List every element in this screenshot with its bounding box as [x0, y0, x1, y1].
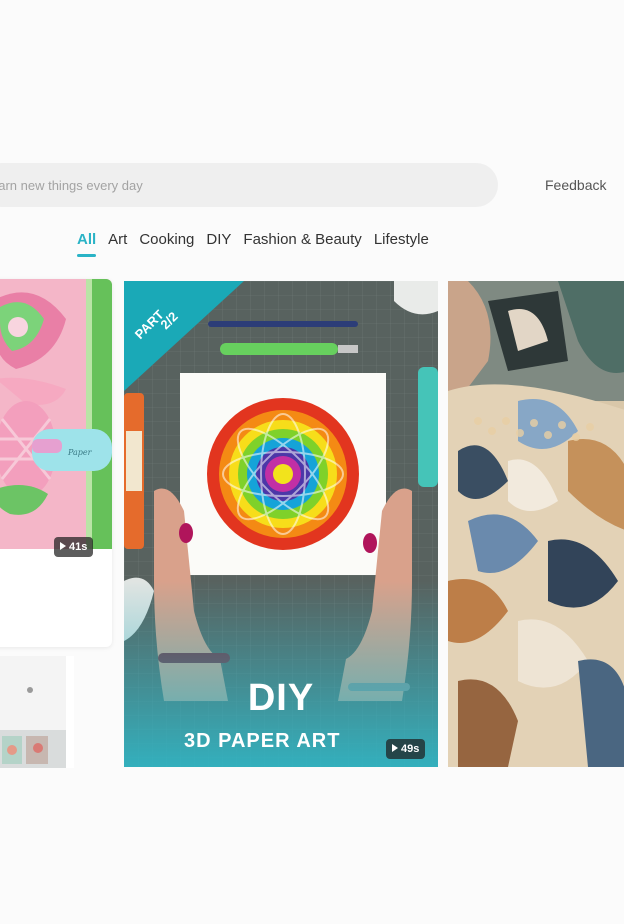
video-card-pink-craft[interactable]: Paper 41s [0, 279, 112, 647]
tab-cooking-label: Cooking [139, 231, 195, 248]
tab-cooking[interactable]: Cooking [139, 229, 194, 253]
duration-badge: 49s [386, 739, 426, 759]
svg-text:Paper: Paper [67, 448, 93, 457]
video-title: DIY [247, 677, 315, 719]
painting-image [448, 281, 624, 767]
tab-art-label: Art [108, 231, 128, 248]
tab-fashion-beauty[interactable]: Fashion & Beauty [243, 229, 361, 253]
duration-text: 49s [401, 743, 420, 755]
video-subtitle: 3D PAPER ART [184, 730, 341, 752]
tab-fashion-beauty-label: Fashion & Beauty [243, 231, 362, 248]
pink-craft-image: Paper [0, 279, 112, 549]
tab-all-label: All [77, 231, 97, 248]
video-card-diy-paper-art[interactable]: PART 2/2 DIY 3D PAPER ART 49s [124, 281, 438, 767]
duration-text: 41s [69, 541, 88, 553]
room-image [0, 656, 74, 768]
app-root: Feedback All Art Cooking DIY Fashion & B… [0, 0, 624, 924]
tab-art[interactable]: Art [108, 229, 127, 253]
search-input[interactable] [0, 165, 471, 205]
search-bar[interactable] [0, 163, 498, 207]
video-thumbnail: Paper [0, 279, 112, 549]
tab-lifestyle[interactable]: Lifestyle [374, 229, 429, 253]
play-icon [60, 542, 66, 550]
video-card-room[interactable] [0, 656, 74, 768]
feedback-link[interactable]: Feedback [545, 177, 606, 193]
play-icon [392, 744, 398, 752]
tab-lifestyle-label: Lifestyle [373, 231, 429, 248]
tab-all[interactable]: All [77, 229, 97, 257]
video-card-painting[interactable] [448, 281, 624, 767]
tab-diy[interactable]: DIY [206, 229, 231, 253]
active-tab-indicator [77, 254, 97, 257]
category-tabs: All Art Cooking DIY Fashion & Beauty Lif… [77, 229, 441, 257]
tab-diy-label: DIY [206, 231, 232, 248]
duration-badge: 41s [54, 537, 94, 557]
